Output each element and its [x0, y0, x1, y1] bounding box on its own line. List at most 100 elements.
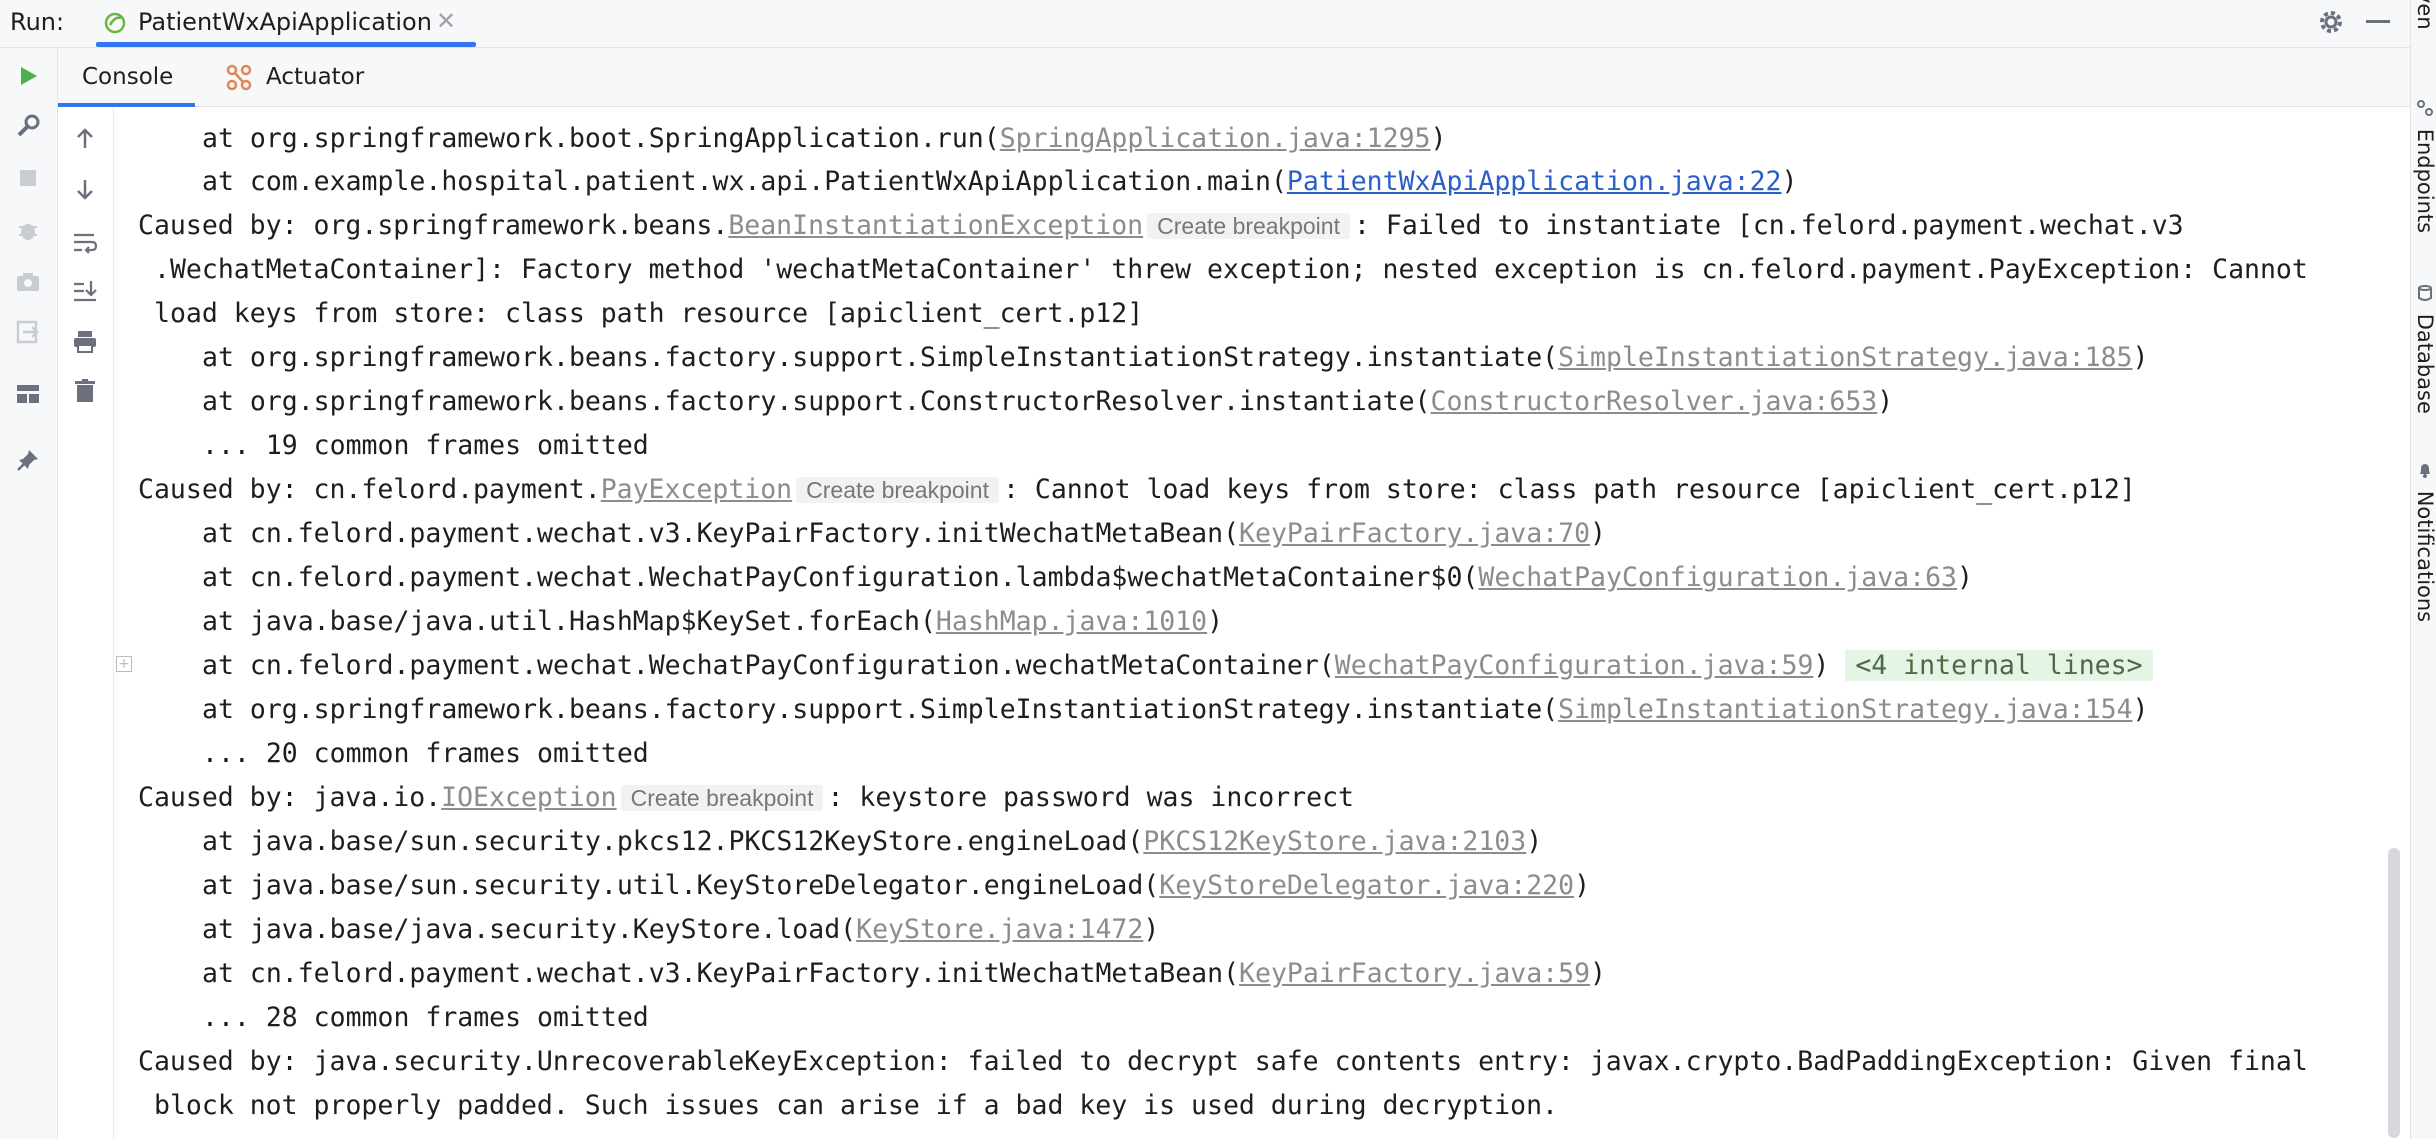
arrow-up-icon	[77, 128, 93, 148]
source-link[interactable]: WechatPayConfiguration.java:59	[1335, 650, 1814, 681]
exit-button[interactable]	[12, 316, 44, 348]
clear-all-button[interactable]	[68, 374, 102, 408]
endpoints-tool-button[interactable]: Endpoints	[2411, 100, 2436, 233]
source-link[interactable]: KeyStoreDelegator.java:220	[1159, 870, 1574, 901]
console-line-clipped	[114, 107, 202, 117]
create-breakpoint-button[interactable]: Create breakpoint	[1147, 213, 1350, 239]
source-link[interactable]: SimpleInstantiationStrategy.java:154	[1558, 694, 2132, 725]
run-config-tab[interactable]: PatientWxApiApplication ✕	[96, 0, 476, 47]
pin-icon	[17, 450, 38, 471]
console-line: Caused by: java.io.IOException Create bre…	[138, 782, 1354, 813]
layout-button[interactable]	[12, 378, 44, 410]
console-line: at org.springframework.beans.factory.sup…	[202, 386, 1894, 417]
run-toolbar: Run: PatientWxApiApplication ✕	[0, 0, 2410, 48]
scroll-to-end-button[interactable]	[68, 274, 102, 308]
dump-threads-button[interactable]	[12, 266, 44, 298]
console-tabs: Console Actuator	[58, 48, 2410, 107]
exception-link[interactable]: IOException	[441, 782, 617, 813]
soft-wrap-button[interactable]	[68, 225, 102, 259]
printer-icon	[74, 331, 96, 353]
fold-marker-icon[interactable]: +	[116, 656, 132, 672]
tab-console-label: Console	[82, 64, 174, 90]
minimize-icon[interactable]	[2366, 20, 2390, 23]
console-line: ... 28 common frames omitted	[202, 1002, 649, 1033]
console-line: load keys from store: class path resourc…	[154, 298, 1144, 329]
soft-wrap-icon	[74, 233, 98, 254]
tab-actuator[interactable]: Actuator	[216, 48, 386, 106]
print-button[interactable]	[68, 324, 102, 358]
tab-console[interactable]: Console	[58, 48, 195, 107]
console-line: block not properly padded. Such issues c…	[154, 1090, 1558, 1121]
source-link[interactable]: SpringApplication.java:1295	[1000, 123, 1431, 154]
exception-link[interactable]: BeanInstantiationException	[728, 210, 1143, 241]
console-line: at com.example.hospital.patient.wx.api.P…	[202, 166, 1798, 197]
debug-button[interactable]	[12, 214, 44, 246]
right-tool-strip: Maven Endpoints Database Notifications	[2410, 0, 2436, 1139]
database-label: Database	[2413, 313, 2436, 414]
console-line: at java.base/java.security.KeyStore.load…	[202, 914, 1160, 945]
bell-icon	[2420, 464, 2430, 478]
console-scrollbar[interactable]	[2388, 848, 2400, 1138]
actuator-icon	[226, 64, 252, 91]
maven-label: Maven	[2413, 0, 2436, 30]
console-line: at java.base/sun.security.util.KeyStoreD…	[202, 870, 1591, 901]
notifications-tool-button[interactable]: Notifications	[2411, 462, 2436, 622]
up-button[interactable]	[68, 122, 102, 156]
gear-icon[interactable]	[2316, 7, 2346, 37]
arrow-down-icon	[77, 180, 93, 200]
spring-boot-icon	[104, 12, 126, 34]
console-line: at cn.felord.payment.wechat.WechatPayCon…	[114, 646, 2153, 686]
pin-tab-button[interactable]	[12, 444, 44, 476]
camera-icon	[17, 273, 39, 291]
bug-icon	[19, 224, 37, 240]
endpoints-icon	[2417, 100, 2433, 116]
console-line: at org.springframework.beans.factory.sup…	[202, 694, 2149, 725]
source-link[interactable]: SimpleInstantiationStrategy.java:185	[1558, 342, 2132, 373]
source-link[interactable]: KeyStore.java:1472	[856, 914, 1143, 945]
console-output[interactable]: at org.springframework.boot.SpringApplic…	[114, 107, 2410, 1139]
source-link[interactable]: HashMap.java:1010	[936, 606, 1207, 637]
source-link[interactable]: KeyPairFactory.java:59	[1239, 958, 1590, 989]
source-link[interactable]: WechatPayConfiguration.java:63	[1478, 562, 1957, 593]
rerun-button[interactable]	[12, 60, 44, 92]
console-line: at java.base/sun.security.pkcs12.PKCS12K…	[202, 826, 1543, 857]
console-line: Caused by: org.springframework.beans.Bea…	[138, 210, 2184, 241]
database-tool-button[interactable]: Database	[2411, 285, 2436, 414]
source-link[interactable]: ConstructorResolver.java:653	[1431, 386, 1878, 417]
exit-icon	[16, 320, 39, 344]
create-breakpoint-button[interactable]: Create breakpoint	[620, 785, 824, 811]
console-line: at java.base/java.util.HashMap$KeySet.fo…	[202, 606, 1224, 637]
maven-tool-button[interactable]: Maven	[2411, 0, 2436, 30]
source-link[interactable]: KeyPairFactory.java:70	[1239, 518, 1590, 549]
wrench-icon	[17, 114, 40, 137]
internal-lines-fold[interactable]: <4 internal lines>	[1845, 650, 2153, 681]
exception-link[interactable]: PayException	[601, 474, 792, 505]
console-line: ... 19 common frames omitted	[202, 430, 649, 461]
source-link[interactable]: PatientWxApiApplication.java:22	[1287, 166, 1782, 197]
run-tab-title: PatientWxApiApplication	[138, 8, 432, 36]
tab-actuator-label: Actuator	[266, 64, 365, 90]
console-line: Caused by: java.security.UnrecoverableKe…	[138, 1046, 2308, 1077]
console-line: at org.springframework.beans.factory.sup…	[202, 342, 2149, 373]
create-breakpoint-button[interactable]: Create breakpoint	[796, 477, 999, 503]
trash-icon	[75, 379, 95, 402]
console-toolbar	[58, 107, 114, 1139]
console-line: at cn.felord.payment.wechat.WechatPayCon…	[202, 562, 1973, 593]
modify-config-button[interactable]	[12, 110, 44, 142]
console-line: at cn.felord.payment.wechat.v3.KeyPairFa…	[202, 518, 1607, 549]
console-line: at cn.felord.payment.wechat.v3.KeyPairFa…	[202, 958, 1607, 989]
endpoints-label: Endpoints	[2413, 128, 2436, 234]
run-label: Run:	[10, 8, 65, 36]
console-line: at org.springframework.boot.SpringApplic…	[202, 123, 1447, 154]
stop-icon	[20, 170, 36, 186]
close-icon[interactable]: ✕	[436, 7, 456, 35]
notifications-label: Notifications	[2413, 490, 2436, 623]
console-line: .WechatMetaContainer]: Factory method 'w…	[154, 254, 2308, 285]
run-side-toolbar	[0, 48, 58, 1139]
source-link[interactable]: PKCS12KeyStore.java:2103	[1143, 826, 1526, 857]
database-icon	[2418, 285, 2432, 301]
stop-button[interactable]	[12, 162, 44, 194]
down-button[interactable]	[68, 172, 102, 206]
scroll-to-end-icon	[74, 281, 97, 302]
layout-icon	[17, 385, 39, 403]
